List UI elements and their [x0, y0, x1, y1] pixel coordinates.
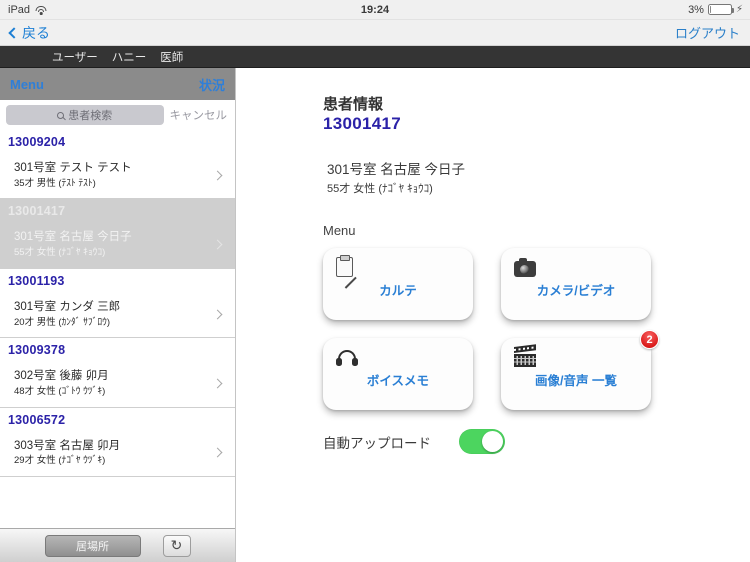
search-placeholder-label: 患者検索: [68, 110, 113, 122]
patient-age-gender-kana: 55才 女性 (ﾅｺﾞﾔ ｷｮｳｺ): [14, 247, 106, 259]
patient-name-block: 301号室 名古屋 今日子 55才 女性 (ﾅｺﾞﾔ ｷｮｳｺ): [14, 229, 132, 259]
sidebar-bottom-toolbar: 居場所 ↻: [0, 528, 235, 562]
sidebar-menu-button[interactable]: Menu: [10, 77, 44, 92]
karte-card-label: カルテ: [379, 284, 417, 298]
search-icon: [57, 111, 65, 119]
back-button-label: 戻る: [22, 24, 50, 41]
patient-name-block: 302号室 後藤 卯月 48才 女性 (ｺﾞﾄｳ ｳﾂﾞｷ): [14, 368, 109, 398]
battery-percent-label: 3%: [688, 3, 704, 16]
film-clapper-icon: [514, 344, 536, 369]
chevron-right-icon: [212, 448, 223, 458]
patient-room-name: 301号室 名古屋 今日子: [14, 231, 132, 244]
sidebar-toolbar: Menu 状況: [0, 68, 235, 100]
patient-id-label: 13001193: [8, 273, 65, 288]
user-role-label: ユーザー: [52, 51, 98, 64]
camera-video-card-label: カメラ/ビデオ: [536, 284, 616, 298]
media-list-card-button[interactable]: 画像/音声 一覧 2: [501, 330, 659, 410]
chevron-right-icon: [212, 239, 223, 250]
battery-icon: [707, 4, 734, 15]
patient-row[interactable]: 301号室 カンダ 三郎 20才 男性 (ｶﾝﾀﾞ ｻﾌﾞﾛｳ): [0, 293, 235, 337]
list-item[interactable]: 13006572 303号室 名古屋 卯月 29才 女性 (ﾅｺﾞﾔ ｳﾂﾞｷ): [0, 408, 235, 478]
ios-status-bar: iPad 19:24 3% ⚡: [0, 0, 750, 20]
list-item[interactable]: 13009378 302号室 後藤 卯月 48才 女性 (ｺﾞﾄｳ ｳﾂﾞｷ): [0, 338, 235, 408]
patient-age-gender-kana: 20才 男性 (ｶﾝﾀﾞ ｻﾌﾞﾛｳ): [14, 316, 111, 328]
karte-card-button[interactable]: カルテ: [323, 248, 473, 320]
patient-id-label: 13009378: [8, 343, 66, 358]
chevron-right-icon: [212, 170, 223, 181]
headphones-icon: [336, 347, 358, 369]
patient-room-name: 302号室 後藤 卯月: [14, 370, 109, 383]
ipad-app-screen: iPad 19:24 3% ⚡ 戻る ログアウト ユーザー ハニー 医師 Men…: [0, 0, 750, 562]
chevron-right-icon: [212, 378, 223, 389]
clipboard-pencil-icon: [336, 254, 358, 279]
user-info-bar: ユーザー ハニー 医師: [0, 46, 750, 68]
auto-upload-toggle[interactable]: [459, 429, 505, 454]
back-button[interactable]: 戻る: [8, 23, 50, 43]
voice-memo-card-label: ボイスメモ: [366, 374, 430, 388]
camera-video-card-button[interactable]: カメラ/ビデオ: [501, 248, 651, 320]
logout-button[interactable]: ログアウト: [675, 23, 740, 42]
search-input[interactable]: 患者検索: [6, 105, 164, 125]
patient-detail-block: 301号室 名古屋 今日子 55才 女性 (ﾅｺﾞﾔ ｷｮｳｺ): [327, 160, 465, 198]
patient-age-gender-kana: 35才 男性 (ﾃｽﾄ ﾃｽﾄ): [14, 177, 96, 189]
patient-id-label: 13006572: [8, 412, 66, 427]
patient-row[interactable]: 302号室 後藤 卯月 48才 女性 (ｺﾞﾄｳ ｳﾂﾞｷ): [0, 362, 235, 406]
list-item[interactable]: 13001193 301号室 カンダ 三郎 20才 男性 (ｶﾝﾀﾞ ｻﾌﾞﾛｳ…: [0, 269, 235, 339]
patient-room-name: 301号室 名古屋 今日子: [327, 162, 466, 177]
status-bar-right: 3% ⚡: [688, 4, 743, 16]
patient-row[interactable]: 303号室 名古屋 卯月 29才 女性 (ﾅｺﾞﾔ ｳﾂﾞｷ): [0, 432, 235, 476]
patient-row[interactable]: 301号室 テスト テスト 35才 男性 (ﾃｽﾄ ﾃｽﾄ): [0, 154, 235, 198]
refresh-icon[interactable]: ↻: [162, 534, 191, 557]
patient-age-gender-kana: 55才 女性 (ﾅｺﾞﾔ ｷｮｳｺ): [327, 182, 433, 195]
media-list-card-label: 画像/音声 一覧: [535, 374, 617, 388]
camera-icon: [514, 257, 536, 279]
clock-label: 19:24: [360, 3, 390, 16]
location-button[interactable]: 居場所: [44, 534, 141, 557]
chevron-right-icon: [212, 309, 223, 320]
patient-sidebar: Menu 状況 患者検索 キャンセル 13009204 301号室 テスト テス…: [0, 68, 236, 562]
auto-upload-label: 自動アップロード: [323, 435, 431, 451]
patient-name-block: 303号室 名古屋 卯月 29才 女性 (ﾅｺﾞﾔ ｳﾂﾞｷ): [14, 438, 120, 468]
patient-name-block: 301号室 テスト テスト 35才 男性 (ﾃｽﾄ ﾃｽﾄ): [14, 160, 132, 190]
patient-name-block: 301号室 カンダ 三郎 20才 男性 (ｶﾝﾀﾞ ｻﾌﾞﾛｳ): [14, 299, 120, 329]
menu-card-row: カルテ カメラ/ビデオ: [323, 248, 723, 320]
lightning-bolt-icon: ⚡: [735, 3, 743, 15]
patient-id-heading: 13001417: [323, 114, 402, 133]
patient-id-label: 13001417: [8, 204, 66, 219]
chevron-left-icon: [8, 26, 20, 39]
voice-memo-card-button[interactable]: ボイスメモ: [323, 338, 473, 410]
patient-id-label: 13009204: [8, 135, 66, 149]
user-name-label: ハニー: [111, 51, 147, 64]
patient-room-name: 301号室 カンダ 三郎: [14, 300, 121, 313]
main-content-panel: 患者情報 13001417 301号室 名古屋 今日子 55才 女性 (ﾅｺﾞﾔ…: [237, 68, 750, 562]
search-cancel-button[interactable]: キャンセル: [170, 107, 230, 123]
auto-upload-row: 自動アップロード: [323, 429, 505, 454]
patient-row[interactable]: 301号室 名古屋 今日子 55才 女性 (ﾅｺﾞﾔ ｷｮｳｺ): [0, 223, 235, 267]
menu-section-label: Menu: [323, 223, 356, 238]
list-item[interactable]: 13009204 301号室 テスト テスト 35才 男性 (ﾃｽﾄ ﾃｽﾄ): [0, 130, 235, 200]
sidebar-search-row: 患者検索 キャンセル: [0, 100, 235, 130]
top-navigation-bar: 戻る ログアウト: [0, 20, 750, 46]
toggle-knob: [482, 431, 503, 452]
user-title-label: 医師: [160, 51, 184, 64]
patient-list[interactable]: 13009204 301号室 テスト テスト 35才 男性 (ﾃｽﾄ ﾃｽﾄ) …: [0, 130, 235, 528]
sidebar-status-button[interactable]: 状況: [199, 75, 225, 94]
patient-age-gender-kana: 29才 女性 (ﾅｺﾞﾔ ｳﾂﾞｷ): [14, 455, 106, 467]
menu-card-row: ボイスメモ 画像/音声 一覧 2: [323, 330, 723, 410]
list-item[interactable]: 13001417 301号室 名古屋 今日子 55才 女性 (ﾅｺﾞﾔ ｷｮｳｺ…: [0, 199, 235, 269]
patient-room-name: 301号室 テスト テスト: [14, 162, 132, 174]
patient-room-name: 303号室 名古屋 卯月: [14, 439, 121, 452]
page-title: 患者情報: [323, 96, 384, 113]
patient-age-gender-kana: 48才 女性 (ｺﾞﾄｳ ｳﾂﾞｷ): [14, 385, 106, 397]
menu-card-grid: カルテ カメラ/ビデオ ボイスメモ 画像/音声 一覧 2: [323, 248, 723, 428]
status-badge: 2: [640, 330, 659, 349]
